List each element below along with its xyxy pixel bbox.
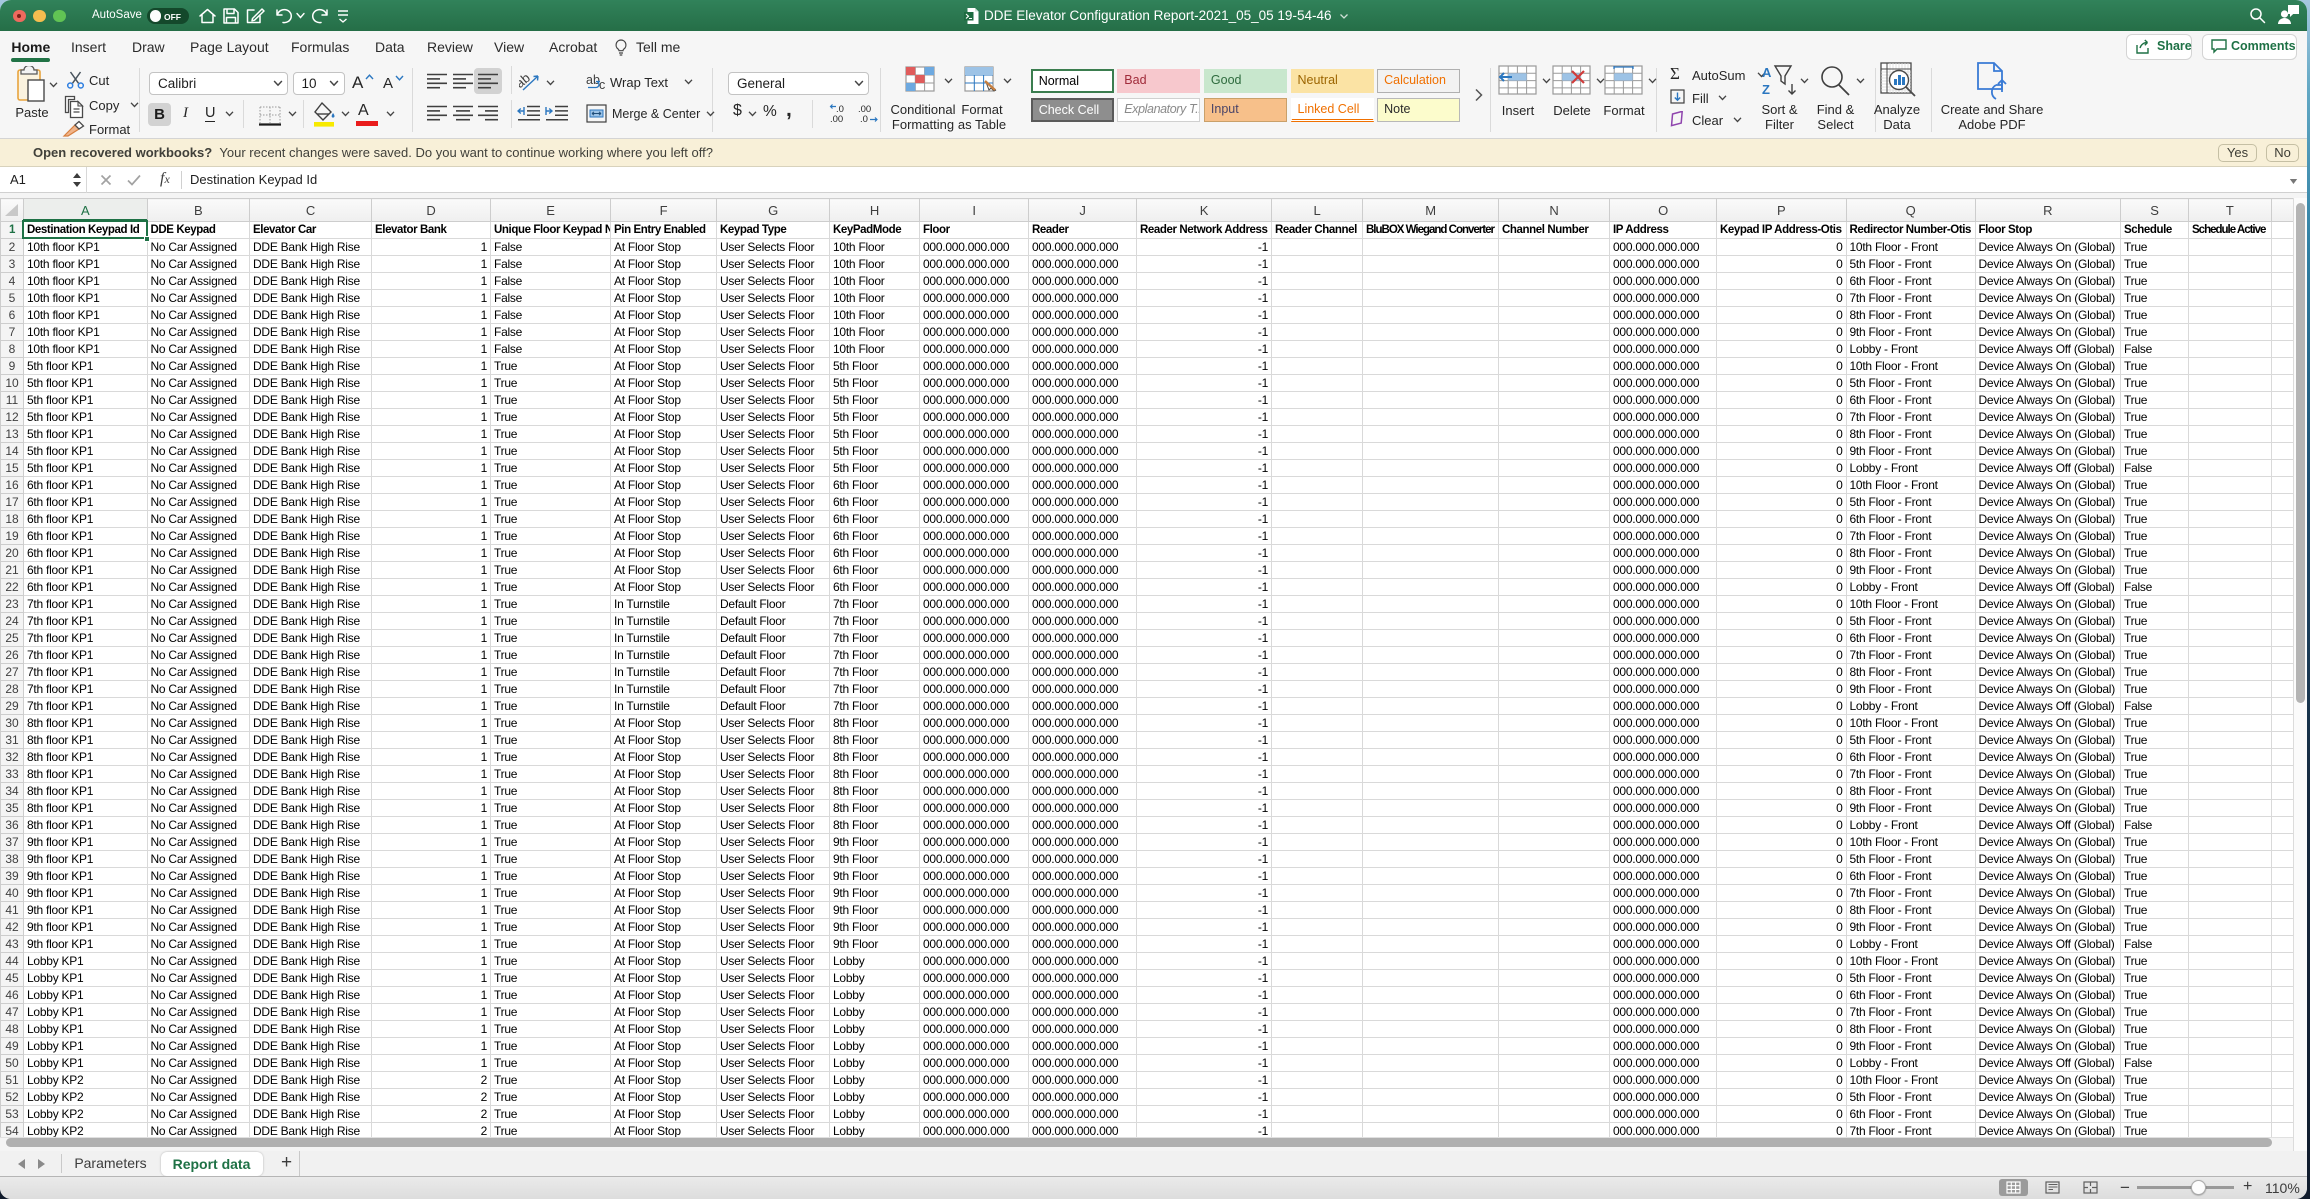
svg-text:c: c bbox=[599, 78, 605, 91]
svg-text:A: A bbox=[1762, 65, 1772, 80]
svg-text:.00: .00 bbox=[830, 114, 843, 124]
svg-text:Z: Z bbox=[1762, 82, 1770, 97]
svg-text:ab: ab bbox=[586, 73, 600, 87]
svg-text:.0: .0 bbox=[860, 114, 868, 124]
